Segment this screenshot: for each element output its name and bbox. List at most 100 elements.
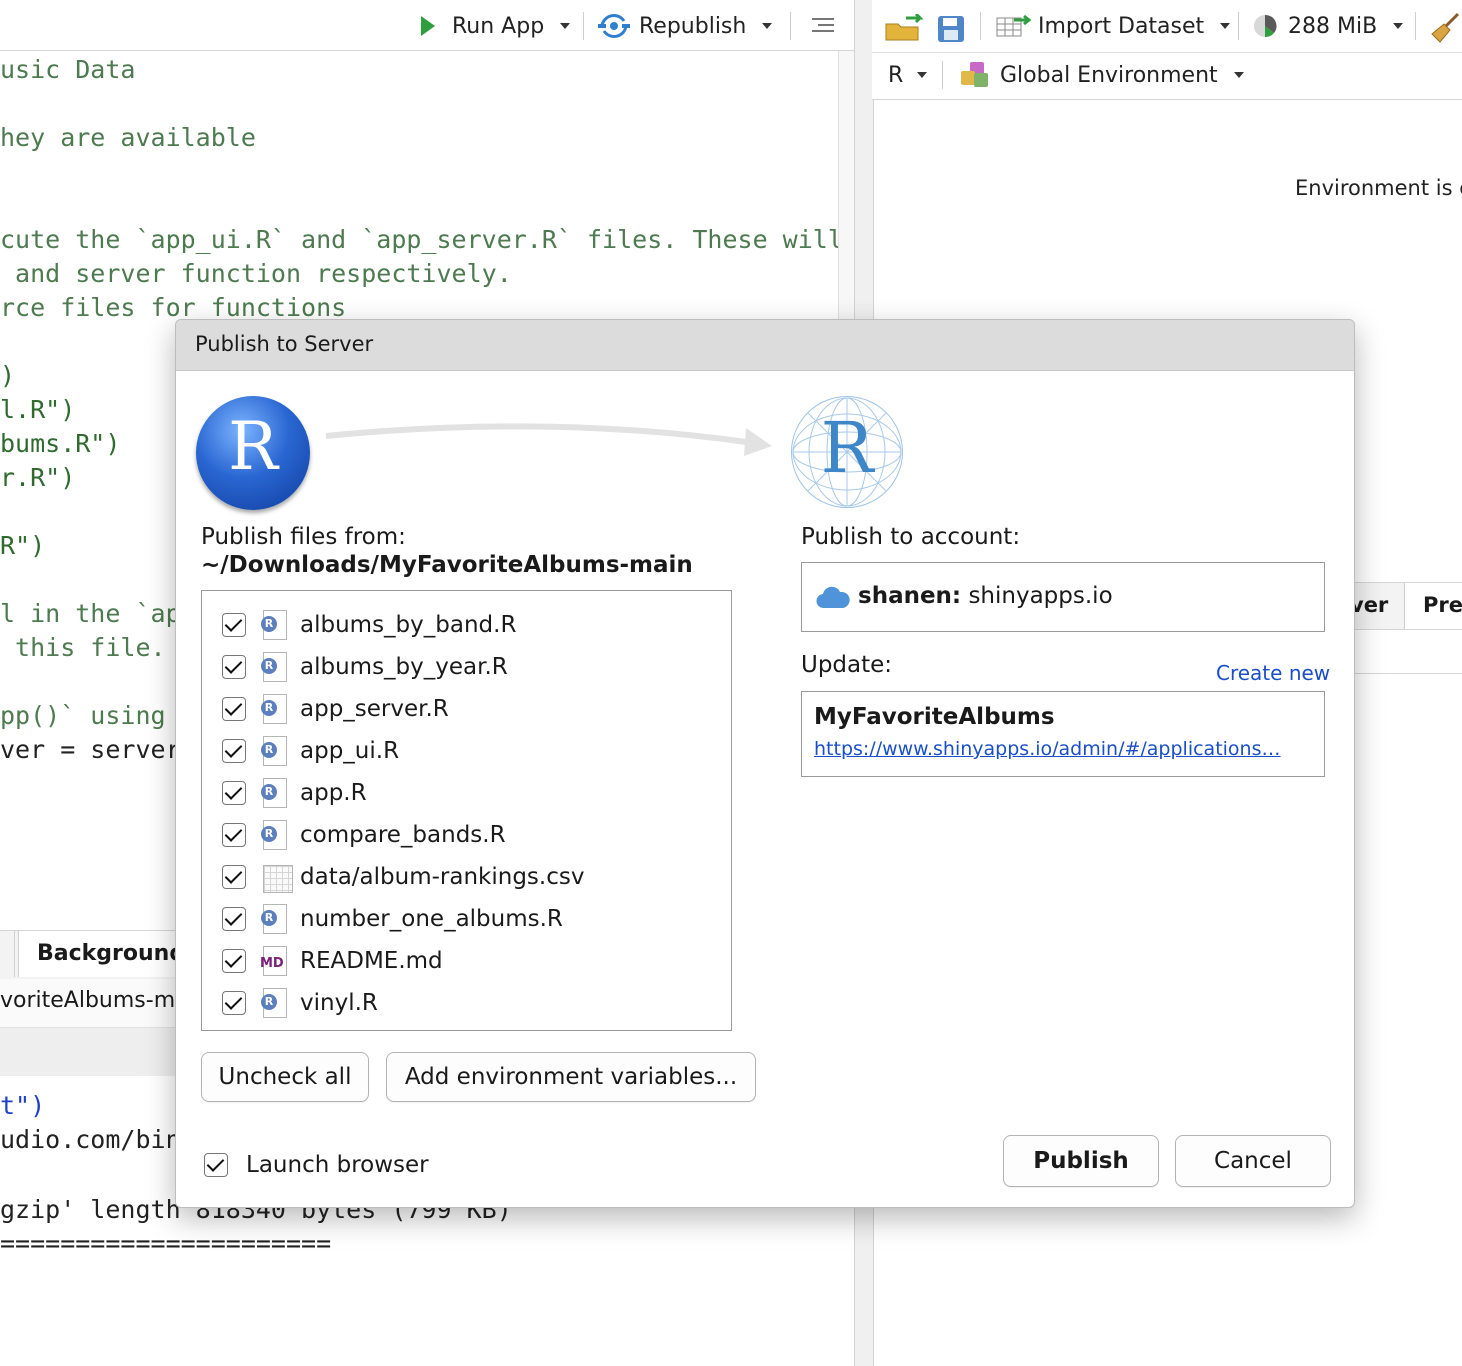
arrow-right-icon xyxy=(326,423,772,456)
dialog-title: Publish to Server xyxy=(195,332,374,356)
memory-pie-icon xyxy=(1254,14,1277,38)
update-app-selector[interactable]: MyFavoriteAlbums https://www.shinyapps.i… xyxy=(801,691,1325,777)
code-line: ver = server) xyxy=(0,735,196,764)
tab-presentation[interactable]: Pres xyxy=(1404,583,1462,629)
app-url-link[interactable]: https://www.shinyapps.io/admin/#/applica… xyxy=(814,738,1281,760)
account-user: shanen: xyxy=(858,583,962,609)
import-dataset-label: Import Dataset xyxy=(1038,13,1205,39)
files-pane-toolbar xyxy=(1352,629,1462,674)
toolbar-divider xyxy=(1415,12,1416,40)
file-name: README.md xyxy=(300,948,443,974)
list-item[interactable]: R vinyl.R xyxy=(222,986,378,1020)
list-item[interactable]: MD README.md xyxy=(222,944,443,978)
code-line: this file. xyxy=(0,633,166,662)
add-environment-variables-button[interactable]: Add environment variables... xyxy=(386,1052,756,1102)
file-list[interactable]: R albums_by_band.R R albums_by_year.R R … xyxy=(201,590,732,1031)
list-item[interactable]: R app_ui.R xyxy=(222,734,399,768)
create-new-link[interactable]: Create new xyxy=(1216,661,1330,685)
console-line: ====================== xyxy=(0,1229,332,1258)
outline-icon[interactable] xyxy=(812,18,834,34)
file-checkbox[interactable] xyxy=(222,949,246,973)
code-line: R") xyxy=(0,531,46,560)
file-name: number_one_albums.R xyxy=(300,906,563,932)
file-checkbox[interactable] xyxy=(222,907,246,931)
list-item[interactable]: R app.R xyxy=(222,776,367,810)
file-checkbox[interactable] xyxy=(222,613,246,637)
list-item[interactable]: R number_one_albums.R xyxy=(222,902,563,936)
cancel-button[interactable]: Cancel xyxy=(1175,1135,1331,1187)
file-checkbox[interactable] xyxy=(222,823,246,847)
code-line: ) xyxy=(0,361,16,390)
launch-browser-label: Launch browser xyxy=(246,1152,429,1178)
update-label: Update: xyxy=(801,652,893,678)
memory-usage-button[interactable]: 288 MiB xyxy=(1252,10,1404,42)
file-checkbox[interactable] xyxy=(222,991,246,1015)
r-file-icon: R xyxy=(260,652,288,682)
file-name: app_ui.R xyxy=(300,738,400,764)
console-line: udio.com/bin/ xyxy=(0,1125,196,1154)
load-workspace-icon[interactable] xyxy=(884,12,924,42)
csv-file-icon xyxy=(260,862,293,893)
tab-viewer[interactable]: ver xyxy=(1350,583,1402,629)
file-name: albums_by_year.R xyxy=(300,654,508,680)
publish-button[interactable]: Publish xyxy=(1003,1135,1159,1187)
broom-icon[interactable] xyxy=(1430,12,1460,44)
r-file-icon: R xyxy=(260,736,288,766)
save-workspace-icon[interactable] xyxy=(938,16,964,42)
toolbar-divider xyxy=(583,12,584,40)
launch-browser-checkbox[interactable] xyxy=(204,1153,228,1177)
toolbar-divider xyxy=(980,12,981,40)
console-tab[interactable] xyxy=(0,931,15,977)
code-line: rce files for functions xyxy=(0,293,347,322)
environment-label: Global Environment xyxy=(1000,62,1218,88)
list-item[interactable]: data/album-rankings.csv xyxy=(222,860,584,894)
files-pane-tabs: ver Pres xyxy=(1350,582,1462,630)
chevron-down-icon[interactable] xyxy=(560,23,571,29)
list-item[interactable]: R compare_bands.R xyxy=(222,818,506,852)
file-checkbox[interactable] xyxy=(222,697,246,721)
code-line: l in the `ap xyxy=(0,599,181,628)
chevron-down-icon[interactable] xyxy=(1220,23,1231,29)
account-label: shanen: shinyapps.io xyxy=(858,583,1113,609)
console-path: voriteAlbums-ma xyxy=(0,988,189,1013)
file-name: compare_bands.R xyxy=(300,822,506,848)
republish-button[interactable]: Republish xyxy=(598,10,773,42)
file-name: data/album-rankings.csv xyxy=(300,864,585,890)
file-checkbox[interactable] xyxy=(222,865,246,889)
list-item[interactable]: R albums_by_band.R xyxy=(222,608,516,642)
file-checkbox[interactable] xyxy=(222,739,246,763)
tab-background[interactable]: Background xyxy=(18,931,185,977)
run-app-button[interactable]: Run App xyxy=(420,10,571,42)
code-line: l.R") xyxy=(0,395,76,424)
chevron-down-icon[interactable] xyxy=(762,23,773,29)
publish-from-label: Publish files from: xyxy=(201,524,406,550)
file-name: app.R xyxy=(300,780,367,806)
file-checkbox[interactable] xyxy=(222,655,246,679)
uncheck-all-button[interactable]: Uncheck all xyxy=(201,1052,369,1102)
republish-icon xyxy=(598,14,630,38)
r-logo-letter: R xyxy=(228,408,278,485)
list-item[interactable]: R albums_by_year.R xyxy=(222,650,508,684)
environment-selector[interactable]: Global Environment xyxy=(960,59,1244,91)
republish-label: Republish xyxy=(639,13,747,39)
import-dataset-button[interactable]: Import Dataset xyxy=(996,10,1231,42)
table-import-icon xyxy=(996,14,1032,37)
file-name: albums_by_band.R xyxy=(300,612,517,638)
tab-background-label: Background xyxy=(37,941,186,966)
chevron-down-icon xyxy=(1233,72,1244,78)
markdown-file-icon: MD xyxy=(260,946,288,976)
account-selector[interactable]: shanen: shinyapps.io xyxy=(801,562,1325,632)
publish-dialog: Publish to Server R R Publish files from… xyxy=(175,319,1355,1208)
app-name: MyFavoriteAlbums xyxy=(814,704,1055,730)
toolbar-divider xyxy=(942,61,943,89)
file-name: vinyl.R xyxy=(300,990,378,1016)
chevron-down-icon[interactable] xyxy=(1393,23,1404,29)
dialog-titlebar[interactable]: Publish to Server xyxy=(176,320,1354,371)
launch-browser-option[interactable]: Launch browser xyxy=(204,1152,429,1178)
file-name: app_server.R xyxy=(300,696,449,722)
list-item[interactable]: R app_server.R xyxy=(222,692,449,726)
language-selector[interactable]: R xyxy=(888,59,928,91)
file-checkbox[interactable] xyxy=(222,781,246,805)
r-file-icon: R xyxy=(260,610,288,640)
run-app-label: Run App xyxy=(452,13,545,39)
